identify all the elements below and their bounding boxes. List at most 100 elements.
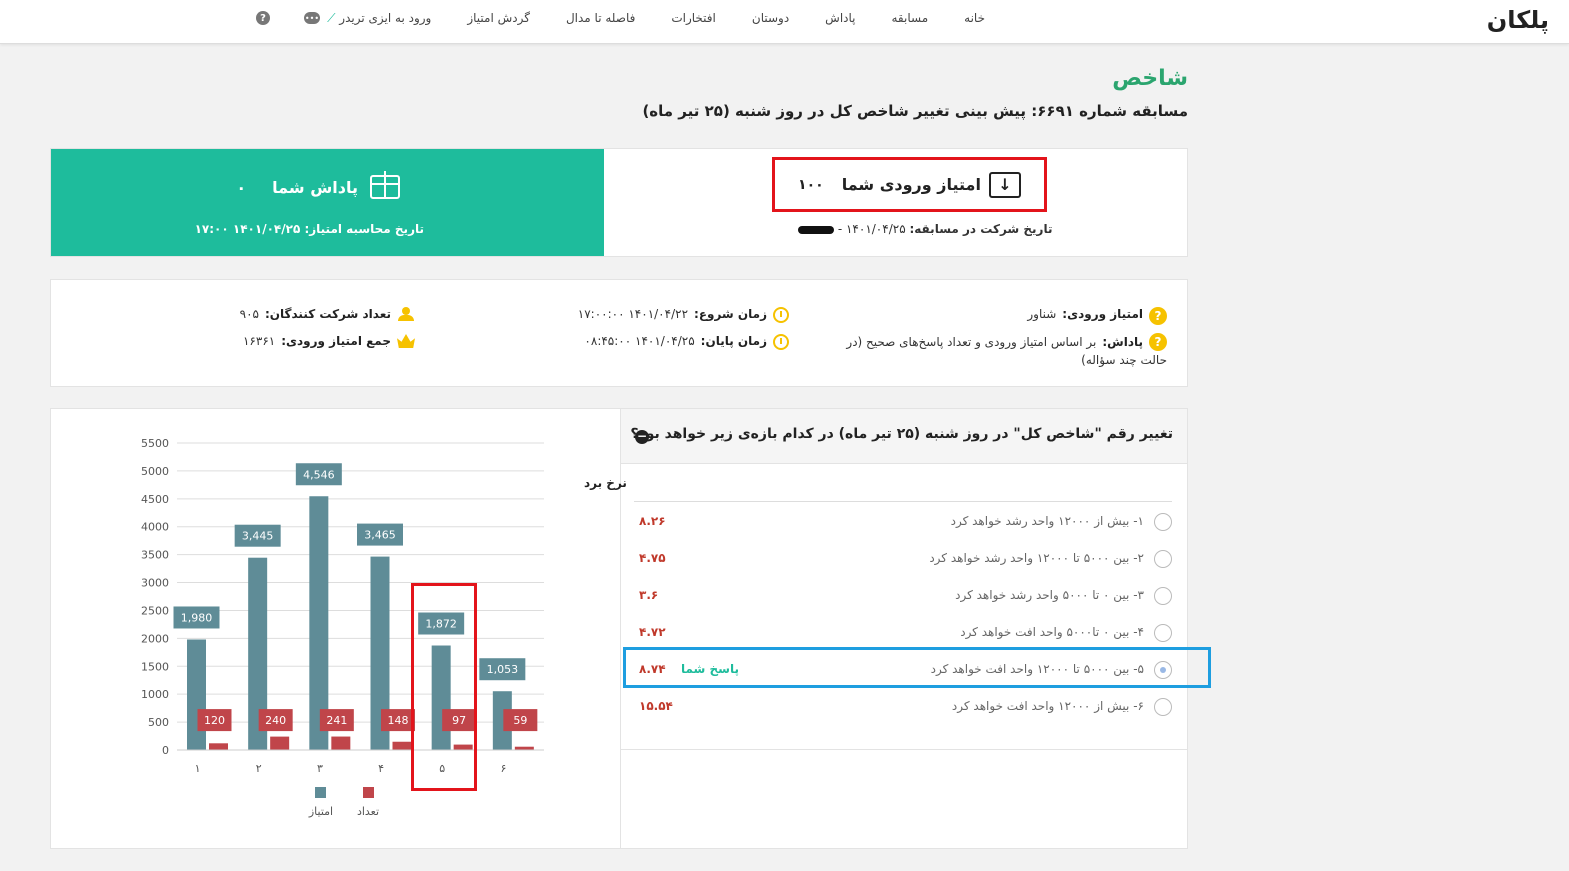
participation-date: تاریخ شرکت در مسابقه: ۱۴۰۱/۰۴/۲۵ - bbox=[798, 222, 1052, 236]
top-navbar: پلکان خانه مسابقه پاداش دوستان افتخارات … bbox=[0, 0, 1569, 44]
entry-score-value: ۱۰۰ bbox=[798, 176, 824, 193]
bar-score bbox=[187, 639, 206, 750]
question-header: تغییر رقم "شاخص کل" در روز شنبه (۲۵ تیر … bbox=[621, 409, 1187, 464]
page-title: شاخص bbox=[1112, 66, 1188, 91]
answer-option-4[interactable]: ۴- بین ۰ تا۵۰۰۰ واحد افت خواهد کرد ۴.۷۲ bbox=[634, 622, 1174, 644]
question-icon: ? bbox=[1149, 307, 1167, 325]
y-tick-label: 2500 bbox=[141, 604, 169, 617]
info-total-value: ۱۶۳۶۱ bbox=[242, 334, 276, 348]
bar-score-label: 1,980 bbox=[181, 611, 213, 624]
question-icon[interactable]: ? bbox=[256, 11, 270, 25]
y-tick-label: 500 bbox=[148, 716, 169, 729]
redacted-time bbox=[798, 225, 834, 234]
option-text: ۲- بین ۵۰۰۰ تا ۱۲۰۰۰ واحد رشد خواهد کرد bbox=[929, 551, 1144, 565]
card-divider bbox=[620, 409, 621, 848]
option-text: ۴- بین ۰ تا۵۰۰۰ واحد افت خواهد کرد bbox=[960, 625, 1144, 639]
option-rate: ۱۵.۵۴ bbox=[639, 699, 673, 713]
radio-button[interactable] bbox=[1154, 698, 1172, 716]
y-tick-label: 2000 bbox=[141, 632, 169, 645]
info-end-value: ۱۴۰۱/۰۴/۲۵ ۰۸:۴۵:۰۰ bbox=[584, 334, 695, 348]
radio-button[interactable] bbox=[1154, 587, 1172, 605]
nav-links: خانه مسابقه پاداش دوستان افتخارات فاصله … bbox=[327, 11, 985, 26]
bar-count-label: 59 bbox=[513, 714, 527, 727]
easytrader-icon: ⟋ bbox=[327, 11, 336, 25]
clock-icon bbox=[773, 307, 789, 323]
bar-score-label: 1,053 bbox=[487, 663, 519, 676]
reward-title: پاداش شما ۰ bbox=[236, 171, 400, 199]
bar-count bbox=[331, 736, 351, 750]
participation-date-label: تاریخ شرکت در مسابقه: bbox=[909, 222, 1053, 236]
reward-calc-date: تاریخ محاسبه امتیاز: ۱۴۰۱/۰۴/۲۵ ۱۷:۰۰ bbox=[194, 222, 424, 236]
info-end-label: زمان پایان: bbox=[700, 334, 767, 348]
info-total-entry: جمع امتیاز ورودی: ۱۶۳۶۱ bbox=[243, 334, 415, 348]
info-start-value: ۱۴۰۱/۰۴/۲۲ ۱۷:۰۰:۰۰ bbox=[577, 307, 689, 321]
nav-easytrader[interactable]: ⟋ ورود به ایزی تریدر bbox=[327, 11, 431, 26]
option-rate: ۳.۶ bbox=[639, 588, 659, 602]
bar-count-label: 241 bbox=[326, 714, 347, 727]
collapse-icon[interactable]: − bbox=[635, 430, 649, 444]
radio-button[interactable] bbox=[1154, 624, 1172, 642]
legend-swatch-count bbox=[363, 787, 374, 798]
option-rate: ۴.۷۵ bbox=[639, 551, 666, 565]
reward-value: ۰ bbox=[236, 177, 247, 197]
answer-option-2[interactable]: ۲- بین ۵۰۰۰ تا ۱۲۰۰۰ واحد رشد خواهد کرد … bbox=[634, 548, 1174, 570]
option-text: ۶- بیش از ۱۲۰۰۰ واحد افت خواهد کرد bbox=[951, 699, 1144, 713]
info-entry-score-label: امتیاز ورودی: bbox=[1062, 307, 1143, 321]
option-text: ۱- بیش از ۱۲۰۰۰ واحد رشد خواهد کرد bbox=[950, 514, 1144, 528]
gift-icon bbox=[370, 171, 400, 199]
answer-option-3[interactable]: ۳- بین ۰ تا ۵۰۰۰ واحد رشد خواهد کرد ۳.۶ bbox=[634, 585, 1174, 607]
score-summary-card: پاداش شما ۰ تاریخ محاسبه امتیاز: ۱۴۰۱/۰۴… bbox=[50, 148, 1188, 257]
info-participants-label: تعداد شرکت کنندگان: bbox=[264, 307, 391, 321]
download-icon: ↓ bbox=[988, 171, 1021, 198]
x-tick-label: ۶ bbox=[500, 762, 506, 775]
bar-count bbox=[209, 743, 228, 750]
chart-highlight-box bbox=[411, 583, 477, 791]
nav-easytrader-label: ورود به ایزی تریدر bbox=[339, 11, 432, 25]
bar-count bbox=[392, 741, 412, 750]
radio-button[interactable] bbox=[1154, 513, 1172, 531]
info-start-time: زمان شروع: ۱۴۰۱/۰۴/۲۲ ۱۷:۰۰:۰۰ bbox=[578, 307, 789, 323]
bar-count-label: 120 bbox=[204, 714, 225, 727]
info-participants: تعداد شرکت کنندگان: ۹۰۵ bbox=[240, 307, 415, 321]
nav-reward[interactable]: پاداش bbox=[825, 11, 855, 26]
reward-title-label: پاداش شما bbox=[272, 177, 358, 197]
stats-bar-chart: 0 500 1000 1500 2000 2500 3000 3500 4000 4500 5000… bbox=[141, 437, 544, 818]
nav-honors[interactable]: افتخارات bbox=[671, 11, 716, 26]
nav-icons: ? ••• bbox=[256, 11, 320, 25]
info-participants-value: ۹۰۵ bbox=[239, 307, 259, 321]
nav-friends[interactable]: دوستان bbox=[752, 11, 789, 26]
x-tick-label: ۴ bbox=[378, 762, 384, 775]
bar-score-label: 3,465 bbox=[364, 529, 396, 542]
entry-score-label: ↓ امتیاز ورودی شما bbox=[842, 171, 1021, 198]
nav-medal-distance[interactable]: فاصله تا مدال bbox=[566, 11, 635, 26]
info-entry-score: ? امتیاز ورودی: شناور bbox=[1027, 307, 1167, 325]
bar-count-label: 148 bbox=[388, 714, 409, 727]
x-tick-label: ۳ bbox=[317, 762, 323, 775]
info-end-time: زمان پایان: ۱۴۰۱/۰۴/۲۵ ۰۸:۴۵:۰۰ bbox=[584, 334, 789, 350]
nav-home[interactable]: خانه bbox=[964, 11, 985, 26]
answer-option-6[interactable]: ۶- بیش از ۱۲۰۰۰ واحد افت خواهد کرد ۱۵.۵۴ bbox=[634, 696, 1174, 718]
option-rate: ۴.۷۲ bbox=[639, 625, 666, 639]
reward-panel: پاداش شما ۰ تاریخ محاسبه امتیاز: ۱۴۰۱/۰۴… bbox=[51, 149, 604, 256]
contest-subtitle: مسابقه شماره ۶۶۹۱: پیش بینی تغییر شاخص ک… bbox=[642, 102, 1188, 120]
y-tick-label: 1500 bbox=[141, 660, 169, 673]
y-tick-label: 5000 bbox=[141, 465, 169, 478]
nav-score-flow[interactable]: گردش امتیاز bbox=[467, 11, 530, 26]
bar-count-label: 240 bbox=[265, 714, 286, 727]
crown-icon bbox=[397, 334, 415, 348]
option-rate: ۸.۲۶ bbox=[639, 514, 666, 528]
site-logo[interactable]: پلکان bbox=[1487, 6, 1549, 34]
participation-date-value: ۱۴۰۱/۰۴/۲۵ - bbox=[837, 222, 906, 236]
info-reward-label: پاداش: bbox=[1102, 335, 1143, 349]
nav-contest[interactable]: مسابقه bbox=[892, 11, 929, 26]
y-tick-label: 3000 bbox=[141, 577, 169, 590]
y-tick-label: 1000 bbox=[141, 688, 169, 701]
bar-score-label: 3,445 bbox=[242, 530, 274, 543]
info-reward: ? پاداش: بر اساس امتیاز ورودی و تعداد پا… bbox=[846, 333, 1167, 367]
selected-answer-highlight bbox=[623, 647, 1211, 688]
chat-icon[interactable]: ••• bbox=[304, 12, 320, 24]
y-tick-label: 3500 bbox=[141, 549, 169, 562]
radio-button[interactable] bbox=[1154, 550, 1172, 568]
question-text: تغییر رقم "شاخص کل" در روز شنبه (۲۵ تیر … bbox=[630, 426, 1173, 442]
answer-option-1[interactable]: ۱- بیش از ۱۲۰۰۰ واحد رشد خواهد کرد ۸.۲۶ bbox=[634, 511, 1174, 533]
